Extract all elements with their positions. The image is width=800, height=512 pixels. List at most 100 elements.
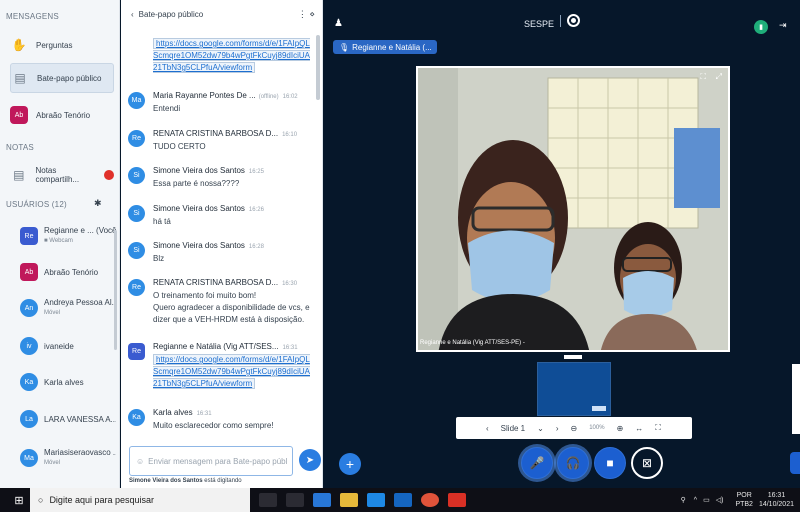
user-list-scrollbar[interactable] (114, 230, 117, 350)
slide-thumbnail[interactable] (537, 362, 611, 416)
message-time: 16:28 (248, 244, 264, 250)
presentation-area: ♟ SESPE ▮ ⇥ 🎙 Regianne e Natália (... ⛶ … (324, 0, 800, 488)
next-slide-icon[interactable]: › (556, 424, 559, 433)
back-chevron-icon[interactable]: ‹ (131, 10, 134, 19)
message-input[interactable]: ☺ Enviar mensagem para Bate-papo públ (129, 446, 293, 476)
webcam-video[interactable]: ⛶ ⤢ Regianne e Natália (Vig ATT/SES-PE) … (416, 66, 730, 352)
connection-status-icon[interactable]: ▮ (754, 20, 768, 34)
typing-text: está digitando (204, 478, 242, 484)
message-text: O treinamento foi muito bom! (153, 291, 257, 300)
message-text: Quero agradecer a disponibilidade de vcs… (153, 303, 310, 324)
user-list-item[interactable]: Re Regianne e ... (Você) ■ Webcam (20, 226, 116, 246)
fit-width-icon[interactable]: ↔ (635, 424, 643, 433)
volume-icon[interactable]: ◁) (716, 496, 724, 504)
mail-icon[interactable] (394, 493, 412, 507)
network-icon[interactable]: ▭ (703, 496, 710, 504)
sender-status: (offline) (258, 94, 279, 100)
sidebar-item-questions[interactable]: ✋ Perguntas (10, 32, 114, 58)
actions-button[interactable]: + (339, 453, 361, 475)
notes-section-title: NOTAS (6, 143, 34, 152)
message-text: TUDO CERTO (153, 142, 206, 151)
user-list-item[interactable]: An Andreya Pessoa Al... Móvel (20, 298, 116, 318)
lang-label: POR (736, 492, 752, 499)
avatar: Si (128, 242, 145, 259)
expand-icon[interactable]: ⤢ (716, 72, 722, 82)
message-link[interactable]: https://docs.google.com/forms/d/e/1FAIpQ… (153, 38, 310, 73)
chevron-down-icon[interactable]: ⌄ (537, 424, 544, 433)
webcam-image (418, 68, 728, 350)
sidebar-item-public-chat[interactable]: ▤ Bate-papo público (10, 63, 114, 93)
user-list-item[interactable]: iv ivaneide (20, 337, 116, 355)
record-icon[interactable] (567, 14, 580, 27)
zoom-in-icon[interactable]: ⊕ (617, 424, 624, 433)
sender-name: Regianne e Natália (Vig ATT/SES... (153, 342, 279, 351)
user-list-item[interactable]: La LARA VANESSA A... (20, 410, 116, 428)
sender-name: RENATA CRISTINA BARBOSA D... (153, 129, 279, 138)
clock[interactable]: 16:31 14/10/2021 (759, 491, 794, 509)
user-name: Karla alves (44, 377, 84, 387)
side-panel-edge (792, 364, 800, 434)
chat-title[interactable]: Bate-papo público (139, 10, 204, 19)
avatar: Ka (128, 409, 145, 426)
user-status: Móvel (44, 460, 61, 466)
gear-icon[interactable]: ✱ (94, 198, 102, 209)
camera-icon: ■ (606, 456, 614, 470)
previous-slide-icon[interactable]: ‹ (486, 424, 489, 433)
user-status: ■ Webcam (44, 238, 73, 244)
store-icon[interactable] (367, 493, 385, 507)
user-name: LARA VANESSA A... (44, 414, 116, 424)
slide-selector[interactable]: Slide 1 (501, 424, 525, 433)
acrobat-icon[interactable] (448, 493, 466, 507)
screenshare-off-icon: ⊠ (641, 456, 653, 470)
chat-message: Ma Maria Rayanne Pontes De ... (offline) 1… (128, 90, 320, 115)
audio-button[interactable]: 🎧 (557, 447, 589, 479)
mute-button[interactable]: 🎤 (521, 447, 553, 479)
windows-start-icon[interactable]: ⊞ (8, 488, 30, 512)
user-name: Abraão Tenório (44, 267, 99, 277)
people-icon[interactable]: ⚲ (681, 496, 686, 504)
fullscreen-icon[interactable]: ⛶ (700, 72, 706, 82)
users-toggle-icon[interactable]: ♟ (334, 18, 343, 29)
tray-arrow-icon[interactable]: ^ (694, 497, 697, 504)
avatar: Si (128, 205, 145, 222)
sender-name: RENATA CRISTINA BARBOSA D... (153, 278, 279, 287)
divider (560, 15, 561, 27)
chrome-icon[interactable] (421, 493, 439, 507)
chat-options-icon[interactable]: ⋮ ⋄ (298, 9, 315, 20)
sidebar-item-private-chat[interactable]: Ab Abraão Tenório (10, 102, 114, 128)
message-link[interactable]: https://docs.google.com/forms/d/e/1FAIpQ… (153, 354, 310, 389)
resize-handle[interactable] (564, 355, 582, 359)
taskbar-search[interactable]: ○ Digite aqui para pesquisar (30, 488, 250, 512)
user-list-item[interactable]: Ab Abraão Tenório (20, 263, 116, 281)
user-list-item[interactable]: Ka Karla alves (20, 373, 116, 391)
zoom-out-icon[interactable]: ⊖ (571, 424, 578, 433)
leave-icon[interactable]: ⇥ (779, 20, 787, 31)
chat-message: Re Regianne e Natália (Vig ATT/SES... 16:… (128, 341, 320, 390)
messages-section-title: MENSAGENS (6, 12, 59, 21)
mic-icon[interactable] (259, 493, 277, 507)
camera-button[interactable]: ■ (594, 447, 626, 479)
message-time: 16:31 (282, 345, 298, 351)
fullscreen-icon[interactable]: ⛶ (655, 423, 661, 433)
message-text: Muito esclarecedor como sempre! (153, 421, 274, 430)
language-indicator[interactable]: POR PTB2 (735, 491, 753, 509)
task-view-icon[interactable] (286, 493, 304, 507)
chat-message: Si Simone Vieira dos Santos 16:26 há tá (128, 203, 320, 228)
meeting-title: SESPE (524, 19, 555, 29)
notes-icon: ▤ (13, 168, 25, 182)
file-explorer-icon[interactable] (340, 493, 358, 507)
message-text: Essa parte é nossa???? (153, 179, 240, 188)
user-list-item[interactable]: Ma Mariasiseraovasco ... Móvel (20, 448, 116, 468)
sidebar-item-label: Notas compartilh... (35, 166, 80, 184)
user-status: Móvel (44, 310, 61, 316)
sender-name: Maria Rayanne Pontes De ... (153, 91, 256, 100)
edge-icon[interactable] (313, 493, 331, 507)
side-control-button[interactable] (790, 452, 800, 474)
send-icon: ➤ (305, 454, 315, 466)
emoji-icon[interactable]: ☺ (136, 457, 144, 466)
avatar: Ab (10, 106, 28, 124)
screenshare-button[interactable]: ⊠ (631, 447, 663, 479)
sidebar-item-shared-notes[interactable]: ▤ Notas compartilh... (10, 162, 114, 188)
chat-panel: ‹ Bate-papo público ⋮ ⋄ https://docs.goo… (121, 0, 323, 488)
send-button[interactable]: ➤ (299, 449, 321, 471)
